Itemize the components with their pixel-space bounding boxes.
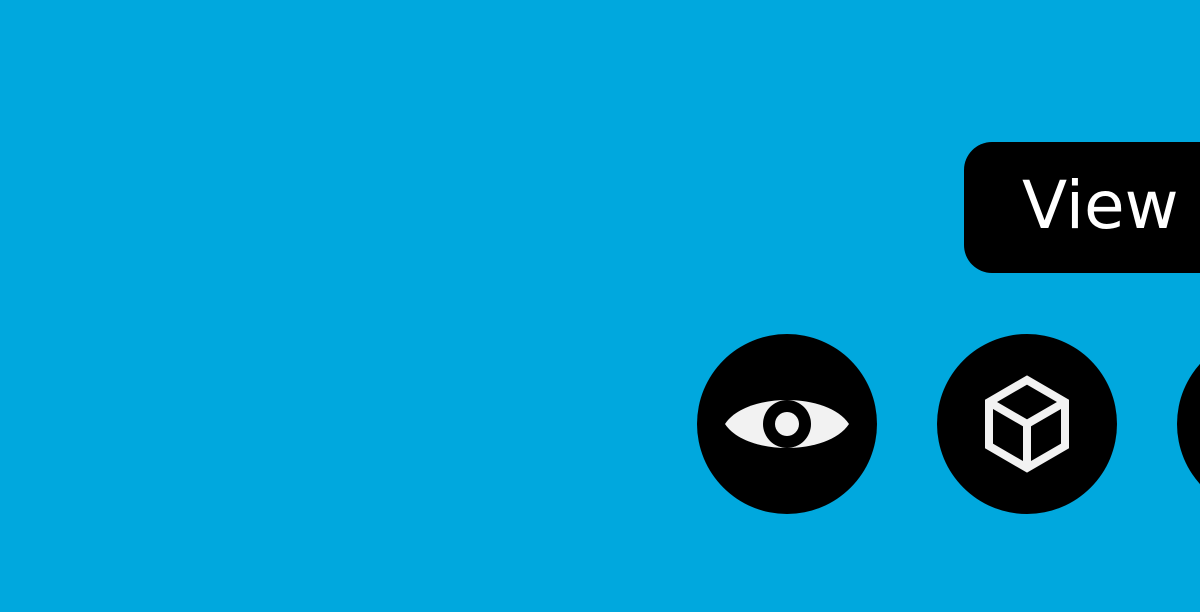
view-button[interactable] xyxy=(697,334,877,514)
tooltip: View xyxy=(964,142,1200,273)
toolbar-button-partial[interactable] xyxy=(1177,334,1200,514)
3d-model-button[interactable] xyxy=(937,334,1117,514)
tooltip-label: View xyxy=(1022,166,1179,244)
eye-icon xyxy=(724,384,850,464)
viewer-canvas: View xyxy=(0,0,1200,612)
cube-icon xyxy=(982,374,1072,474)
